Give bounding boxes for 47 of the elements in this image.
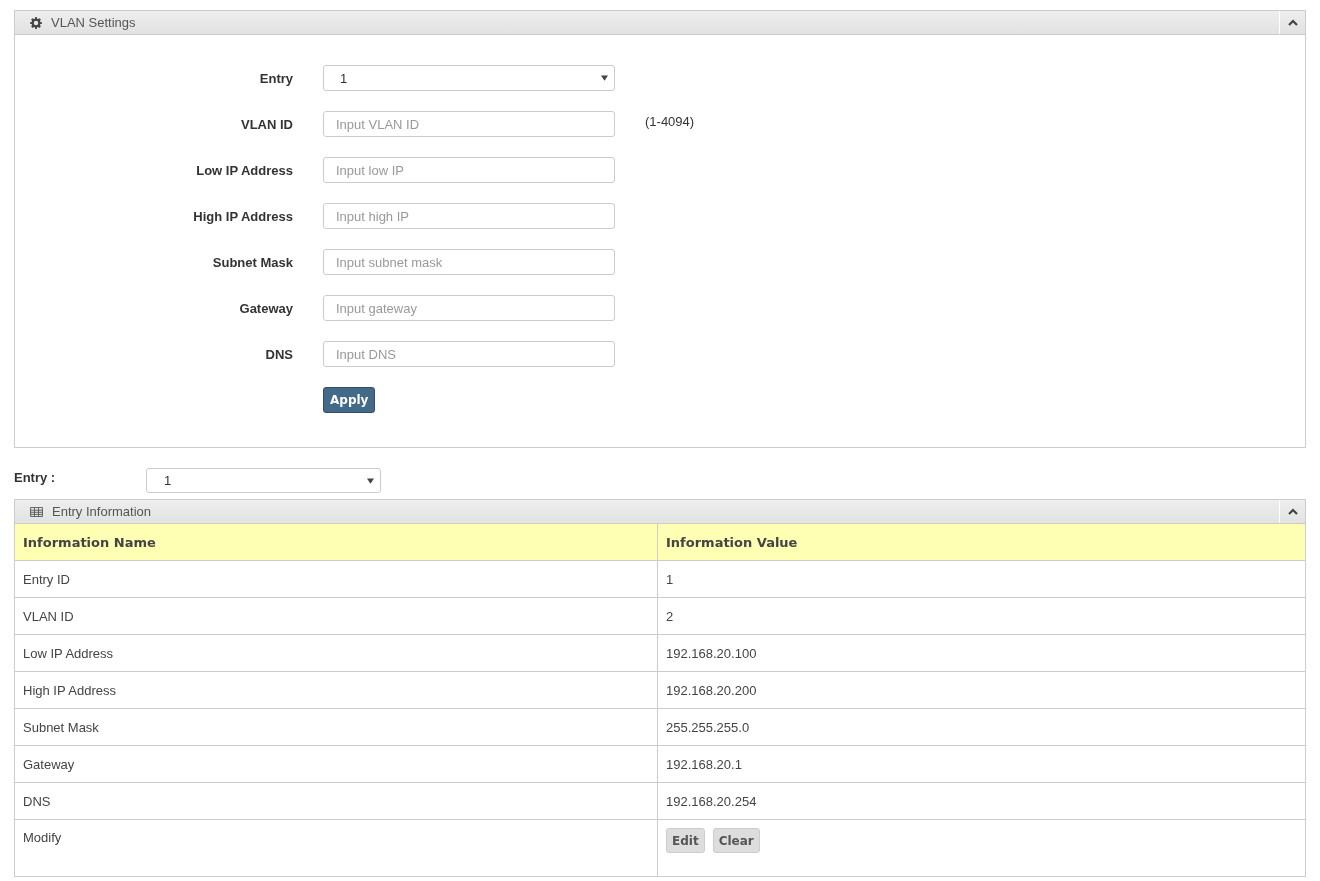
table-cell: 192.168.20.254: [657, 782, 1305, 820]
entry-select[interactable]: 1: [323, 65, 615, 91]
input-field[interactable]: Input low IP: [323, 157, 615, 183]
chevron-up-icon: [1287, 19, 1298, 26]
input-field[interactable]: Input subnet mask: [323, 249, 615, 275]
input-field[interactable]: Input gateway: [323, 295, 615, 321]
field-label: Entry: [258, 70, 294, 86]
panel-title: Entry Information: [52, 504, 152, 519]
column-header: Information Value: [657, 524, 1305, 561]
table-cell: Entry ID: [15, 560, 658, 598]
table-icon: [30, 506, 43, 517]
table-cell: 1: [657, 560, 1305, 598]
panel-title: VLAN Settings: [51, 15, 137, 30]
dropdown-caret-icon: [601, 75, 608, 81]
field-label: High IP Address: [192, 208, 294, 224]
table-cell: 2: [657, 597, 1305, 635]
select-value: 1: [340, 70, 348, 86]
entry-label: Entry :: [14, 470, 57, 485]
gear-icon: [30, 16, 42, 29]
input-field[interactable]: Input DNS: [323, 341, 615, 367]
table-cell: High IP Address: [15, 671, 658, 709]
entry-select[interactable]: 1: [146, 468, 381, 493]
select-value: 1: [164, 473, 172, 488]
column-header: Information Name: [15, 524, 658, 561]
table-cell: 192.168.20.100: [657, 634, 1305, 672]
range-hint: (1-4094): [645, 113, 695, 129]
table-cell: VLAN ID: [15, 597, 658, 635]
field-label: Low IP Address: [195, 162, 294, 178]
table-cell: 192.168.20.1: [657, 745, 1305, 783]
row-action-button[interactable]: Edit: [666, 828, 705, 853]
table-cell: 192.168.20.200: [657, 671, 1305, 709]
field-label: Gateway: [238, 300, 294, 316]
table-cell: Low IP Address: [15, 634, 658, 672]
table-cell: Modify: [15, 819, 658, 876]
apply-button[interactable]: Apply: [323, 387, 376, 413]
field-label: VLAN ID: [240, 116, 294, 132]
table-cell: Subnet Mask: [15, 708, 658, 746]
row-action-button[interactable]: Clear: [712, 828, 760, 853]
field-label: Subnet Mask: [211, 254, 294, 270]
dropdown-caret-icon: [367, 477, 374, 484]
table-cell: DNS: [15, 782, 658, 820]
field-label: DNS: [264, 346, 294, 362]
input-field[interactable]: Input VLAN ID: [323, 111, 615, 137]
table-cell: Gateway: [15, 745, 658, 783]
input-field[interactable]: Input high IP: [323, 203, 615, 229]
table-cell: 255.255.255.0: [657, 708, 1305, 746]
chevron-up-icon: [1287, 508, 1298, 515]
